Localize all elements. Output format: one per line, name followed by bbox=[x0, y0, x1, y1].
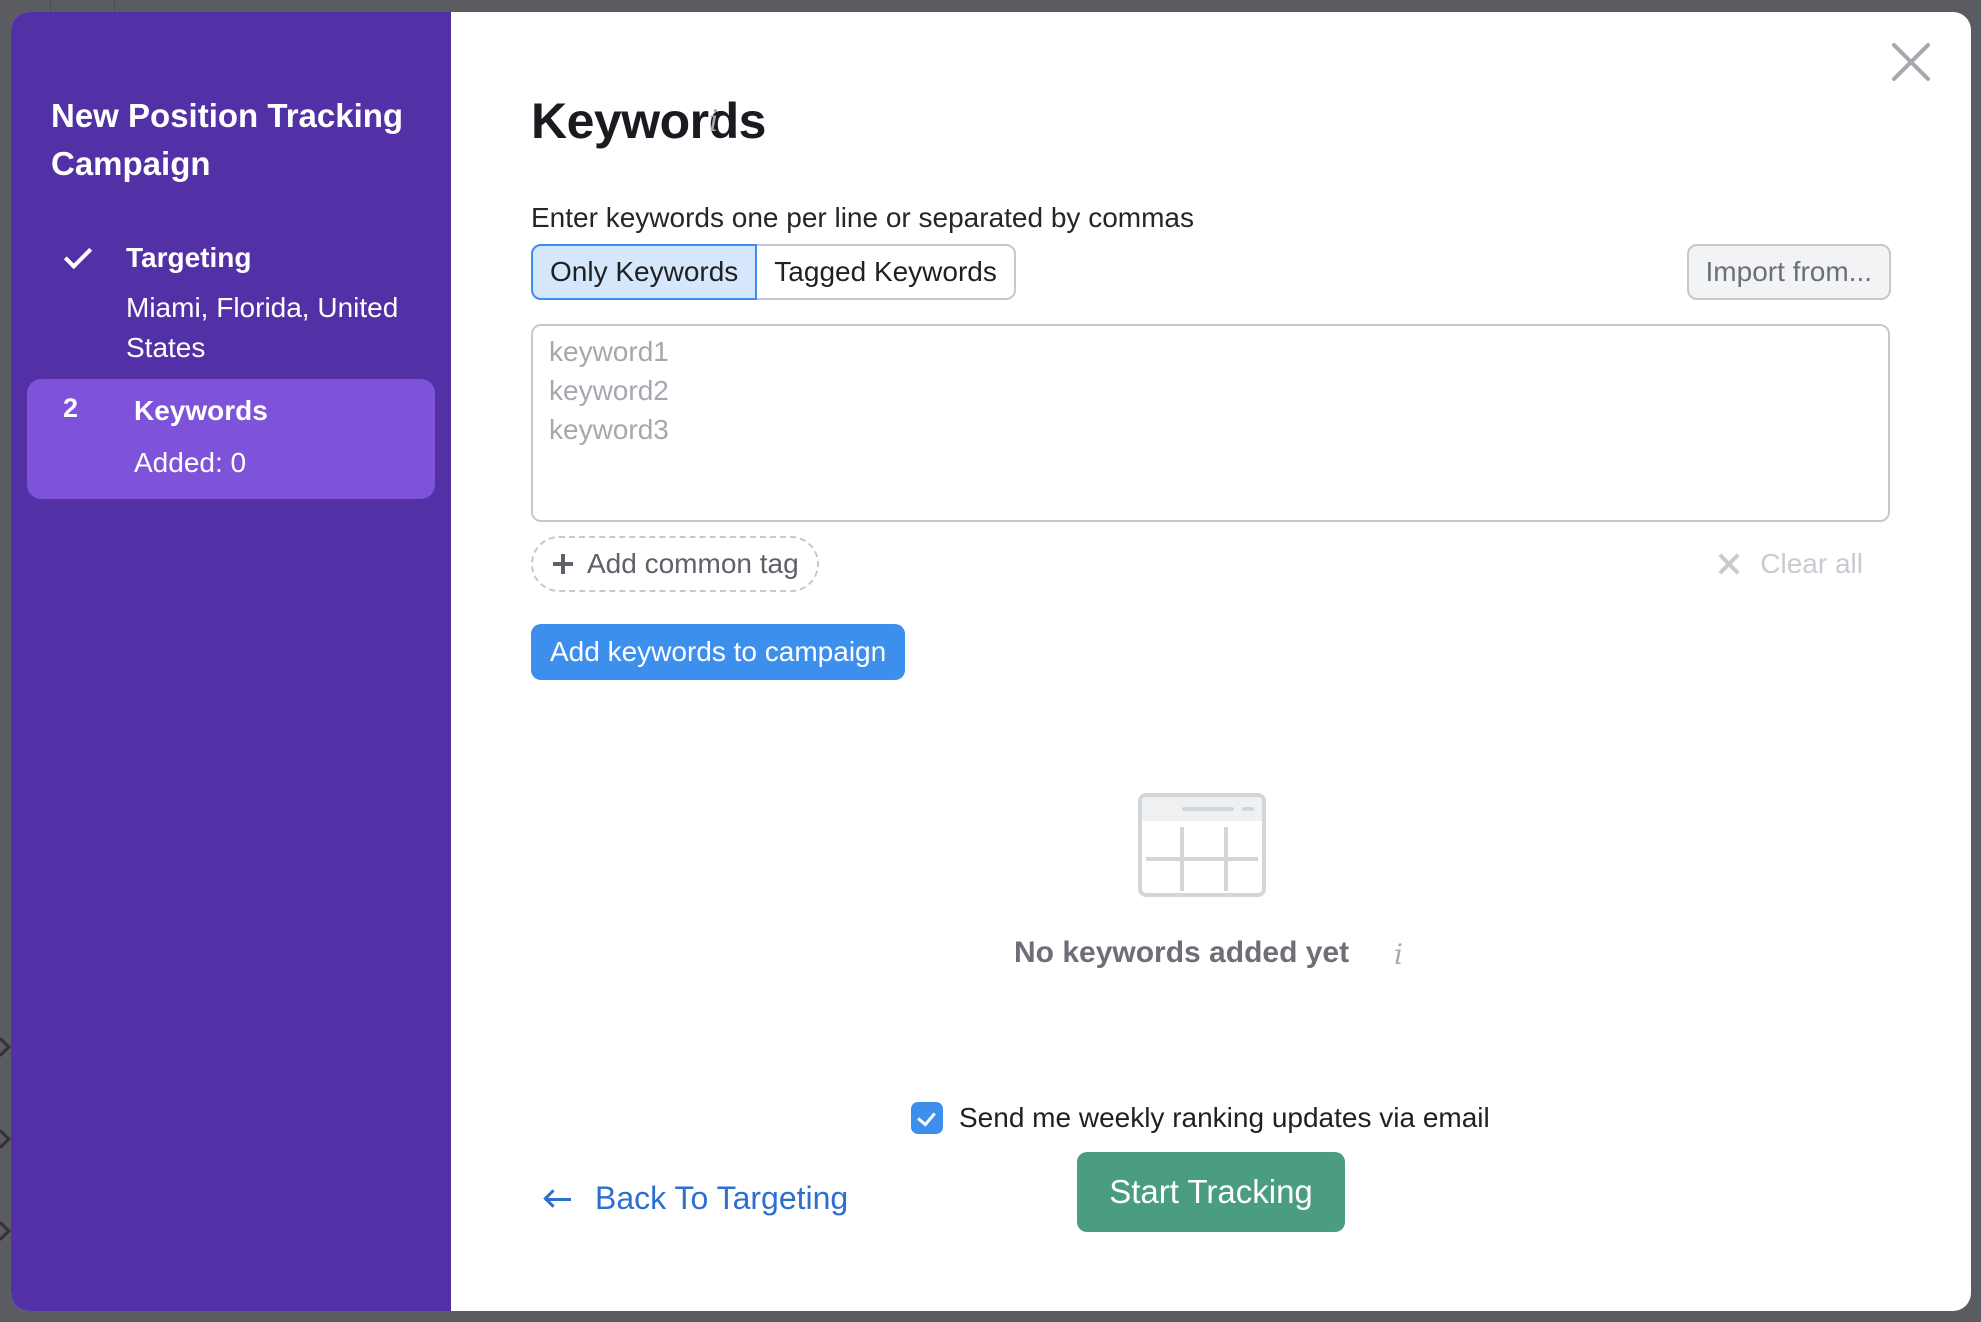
info-icon[interactable]: i bbox=[709, 104, 719, 139]
step-marker bbox=[63, 240, 93, 270]
keywords-panel: Keywords i Enter keywords one per line o… bbox=[451, 12, 1971, 1311]
clear-all-button[interactable]: Clear all bbox=[1718, 548, 1863, 580]
page-title: Keywords bbox=[531, 93, 766, 149]
email-updates-option[interactable]: Send me weekly ranking updates via email bbox=[911, 1102, 1490, 1134]
step-name: Keywords bbox=[134, 395, 268, 426]
check-icon bbox=[63, 240, 93, 270]
step-name: Targeting bbox=[126, 242, 252, 273]
clear-all-label: Clear all bbox=[1760, 548, 1863, 579]
step-subtitle: Added: 0 bbox=[134, 447, 247, 478]
keyword-mode-tabs: Only Keywords Tagged Keywords bbox=[531, 244, 1016, 300]
arrow-left-icon bbox=[543, 1189, 571, 1209]
close-icon bbox=[1718, 553, 1740, 575]
tab-tagged-keywords[interactable]: Tagged Keywords bbox=[757, 246, 1014, 298]
background-chevron-icon bbox=[0, 1037, 11, 1057]
email-updates-label: Send me weekly ranking updates via email bbox=[959, 1102, 1490, 1133]
empty-state-text: No keywords added yet bbox=[1014, 936, 1350, 969]
step-number: 2 bbox=[63, 393, 79, 423]
step-targeting[interactable]: Targeting Miami, Florida, United States bbox=[27, 232, 435, 382]
new-campaign-modal: New Position Tracking Campaign Targeting… bbox=[11, 12, 1971, 1311]
background-chevron-icon bbox=[0, 1129, 11, 1149]
keywords-input[interactable] bbox=[531, 324, 1890, 522]
background-divider bbox=[114, 0, 115, 12]
empty-table-icon bbox=[1138, 793, 1266, 897]
wizard-sidebar: New Position Tracking Campaign Targeting… bbox=[11, 12, 451, 1311]
email-updates-checkbox[interactable] bbox=[911, 1102, 943, 1134]
info-icon[interactable]: i bbox=[1394, 938, 1403, 971]
add-keywords-button[interactable]: Add keywords to campaign bbox=[531, 624, 906, 680]
input-hint: Enter keywords one per line or separated… bbox=[531, 202, 1194, 233]
tab-only-keywords[interactable]: Only Keywords bbox=[531, 244, 758, 300]
step-keywords[interactable]: 2 Keywords Added: 0 bbox=[27, 379, 435, 499]
step-subtitle: Miami, Florida, United States bbox=[126, 292, 399, 363]
import-from-button[interactable]: Import from... bbox=[1686, 244, 1891, 300]
start-tracking-button[interactable]: Start Tracking bbox=[1077, 1152, 1345, 1232]
back-to-targeting-link[interactable]: Back To Targeting bbox=[543, 1180, 848, 1217]
add-common-tag-label: Add common tag bbox=[587, 548, 799, 579]
background-chevron-icon bbox=[0, 1221, 11, 1241]
plus-icon bbox=[553, 554, 573, 574]
background-divider bbox=[50, 0, 51, 12]
wizard-title: New Position Tracking Campaign bbox=[51, 97, 404, 182]
back-label: Back To Targeting bbox=[595, 1180, 849, 1216]
add-common-tag-button[interactable]: Add common tag bbox=[531, 536, 819, 592]
close-icon[interactable] bbox=[1889, 40, 1933, 84]
